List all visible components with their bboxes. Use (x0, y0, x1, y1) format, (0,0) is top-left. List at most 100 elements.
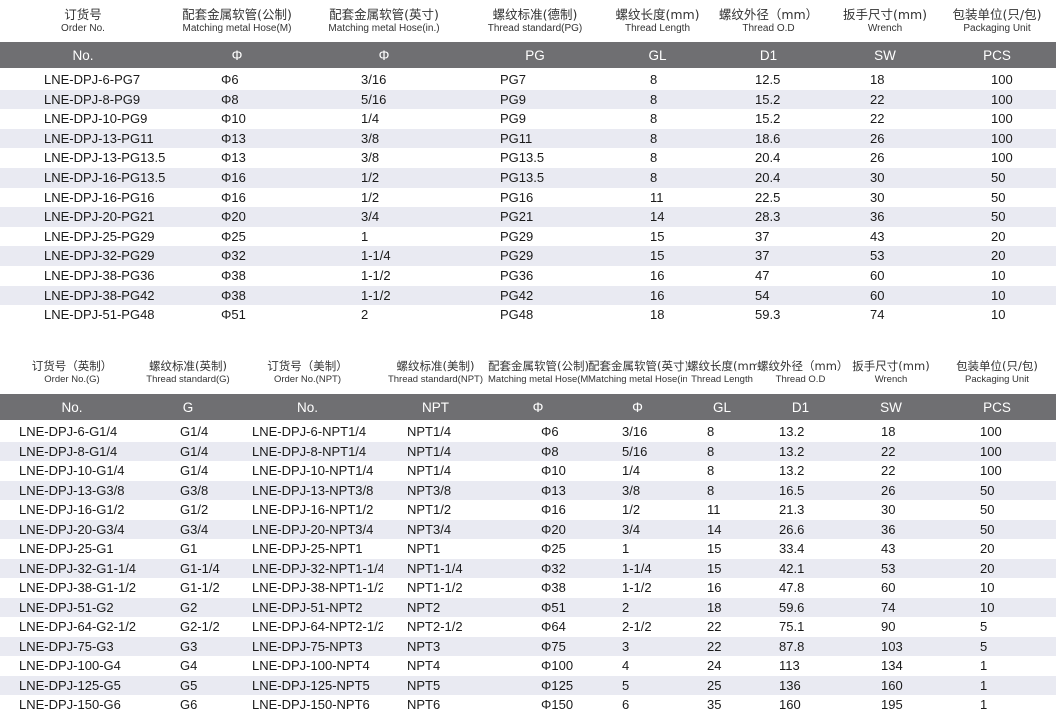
table-cell: 8 (610, 109, 705, 129)
table-cell: NPT2 (383, 597, 488, 617)
header-label-en: Order No.(G) (44, 374, 100, 386)
table-cell: G1/4 (144, 441, 232, 461)
column-code: Φ (588, 394, 687, 420)
table-cell: Φ64 (488, 617, 588, 637)
table-row: LNE-DPJ-16-PG16 Φ16 1/2 PG16 11 22.5 30 50 (0, 187, 1056, 208)
table-cell: 100 (938, 70, 1056, 90)
table-cell: Φ6 (166, 70, 308, 90)
table-cell: 53 (844, 558, 938, 578)
table-cell: PG29 (460, 246, 610, 266)
column-code: Φ (166, 42, 308, 68)
table-cell: 11 (687, 500, 757, 520)
table-cell: Φ32 (166, 246, 308, 266)
table-cell: Φ10 (488, 461, 588, 481)
table-cell: LNE-DPJ-20-NPT3/4 (232, 519, 383, 539)
table-cell: 5/16 (308, 89, 460, 110)
table-cell: 22 (832, 109, 938, 129)
table-cell: 18 (687, 597, 757, 617)
table-cell: 18 (832, 70, 938, 90)
table-cell: 5 (588, 675, 687, 695)
header-label-en: Matching metal Hose(M) (488, 374, 588, 386)
table-cell: 20.4 (705, 167, 832, 188)
column-header: 配套金属软管(英寸) Matching metal Hose(in.) (588, 352, 687, 394)
table-cell: NPT3/8 (383, 480, 488, 500)
table-cell: 1-1/2 (308, 265, 460, 286)
table-cell: Φ8 (166, 89, 308, 110)
header-label-cn: 螺纹标准(美制) (396, 359, 475, 374)
table-cell: LNE-DPJ-6-PG7 (0, 70, 166, 90)
column-header: 配套金属软管(公制) Matching metal Hose(M) (488, 352, 588, 394)
table-cell: 13.2 (757, 461, 844, 481)
table-cell: 100 (938, 441, 1056, 461)
table-cell: LNE-DPJ-25-NPT1 (232, 539, 383, 559)
metric-pg-table: 订货号 Order No. 配套金属软管(公制) Matching metal Hos… (0, 0, 1056, 325)
table-cell: 42.1 (757, 558, 844, 578)
table-cell: 15 (687, 539, 757, 559)
column-code: No. (0, 42, 166, 68)
table-row: LNE-DPJ-10-G1/4 G1/4 LNE-DPJ-10-NPT1/4 NPT1… (0, 461, 1056, 481)
header-label-en: Thread O.D (742, 23, 795, 35)
table-cell: 87.8 (757, 636, 844, 656)
table-cell: LNE-DPJ-150-G6 (0, 695, 144, 715)
g-npt-table: 订货号（英制） Order No.(G) 螺纹标准(英制) Thread standa… (0, 352, 1056, 715)
table-cell: 3/16 (588, 422, 687, 442)
column-code: D1 (757, 394, 844, 420)
column-header: 订货号 Order No. (0, 0, 166, 42)
table-cell: 8 (610, 70, 705, 90)
table-row: LNE-DPJ-6-PG7 Φ6 3/16 PG7 8 12.5 18 100 (0, 70, 1056, 90)
table-cell: LNE-DPJ-38-NPT1-1/2 (232, 578, 383, 598)
header-label-en: Order No. (61, 23, 105, 35)
table-cell: 36 (844, 519, 938, 539)
column-code: SW (844, 394, 938, 420)
table-cell: LNE-DPJ-51-G2 (0, 597, 144, 617)
table-cell: 100 (938, 89, 1056, 110)
table-cell: 3/4 (588, 519, 687, 539)
table-cell: Φ32 (488, 558, 588, 578)
table-cell: 1/2 (308, 167, 460, 188)
column-header: 订货号（英制） Order No.(G) (0, 352, 144, 394)
table-row: LNE-DPJ-25-G1 G1 LNE-DPJ-25-NPT1 NPT1 Φ25 1 15… (0, 539, 1056, 559)
table-cell: PG11 (460, 128, 610, 149)
table-cell: 8 (610, 128, 705, 149)
table-row: LNE-DPJ-32-PG29 Φ32 1-1/4 PG29 15 37 53 20 (0, 246, 1056, 266)
table-cell: 8 (687, 461, 757, 481)
table-cell: LNE-DPJ-38-PG36 (0, 265, 166, 286)
table-cell: 2-1/2 (588, 617, 687, 637)
table-cell: 1-1/2 (588, 578, 687, 598)
table-cell: NPT4 (383, 656, 488, 676)
table-cell: LNE-DPJ-75-NPT3 (232, 636, 383, 656)
table-cell: 1 (938, 675, 1056, 695)
table-cell: G3/4 (144, 519, 232, 539)
table-cell: 25 (687, 675, 757, 695)
table-cell: 1 (308, 226, 460, 247)
table1-body: LNE-DPJ-6-PG7 Φ6 3/16 PG7 8 12.5 18 100 LNE-DPJ-… (0, 70, 1056, 325)
table-row: LNE-DPJ-13-PG13.5 Φ13 3/8 PG13.5 8 20.4 26 100 (0, 148, 1056, 168)
table-cell: PG36 (460, 265, 610, 286)
header-label-cn: 螺纹标准(德制) (492, 6, 578, 22)
table-row: LNE-DPJ-75-G3 G3 LNE-DPJ-75-NPT3 NPT3 Φ75 3 22… (0, 636, 1056, 656)
table-cell: LNE-DPJ-125-NPT5 (232, 675, 383, 695)
table-cell: 13.2 (757, 422, 844, 442)
table-cell: G2 (144, 597, 232, 617)
table-cell: 14 (687, 519, 757, 539)
table-cell: NPT2-1/2 (383, 617, 488, 637)
column-header: 扳手尺寸(mm) Wrench (844, 352, 938, 394)
column-header: 螺纹标准(美制) Thread standard(NPT) (383, 352, 488, 394)
table-row: LNE-DPJ-150-G6 G6 LNE-DPJ-150-NPT6 NPT6 Φ150… (0, 695, 1056, 715)
table-cell: Φ13 (166, 128, 308, 149)
table-cell: 1/2 (588, 500, 687, 520)
table-cell: 33.4 (757, 539, 844, 559)
table-cell: 15 (610, 246, 705, 266)
table-cell: LNE-DPJ-8-NPT1/4 (232, 441, 383, 461)
table-cell: LNE-DPJ-16-PG16 (0, 187, 166, 208)
table-cell: 1-1/4 (308, 246, 460, 266)
table-cell: 4 (588, 656, 687, 676)
table-cell: LNE-DPJ-16-G1/2 (0, 500, 144, 520)
table-cell: 15 (687, 558, 757, 578)
table-cell: 22.5 (705, 187, 832, 208)
table-row: LNE-DPJ-32-G1-1/4 G1-1/4 LNE-DPJ-32-NPT1-1… (0, 558, 1056, 578)
table-cell: 60 (832, 265, 938, 286)
table-row: LNE-DPJ-10-PG9 Φ10 1/4 PG9 8 15.2 22 100 (0, 109, 1056, 129)
column-header: 螺纹外径（mm） Thread O.D (757, 352, 844, 394)
table-cell: LNE-DPJ-20-PG21 (0, 207, 166, 227)
